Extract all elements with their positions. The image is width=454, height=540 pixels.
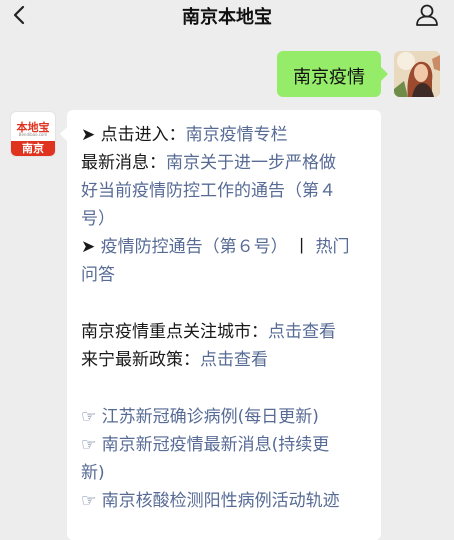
latest-news-label: 最新消息： bbox=[81, 153, 166, 173]
separator: 丨 bbox=[293, 237, 311, 257]
nanjing-latest-news-link-cont[interactable]: 新) bbox=[81, 463, 105, 483]
hot-qa-link-cont[interactable]: 问答 bbox=[81, 265, 115, 285]
jiangsu-cases-link[interactable]: ☞ 江苏新冠确诊病例(每日更新) bbox=[81, 407, 319, 427]
arrow-icon: ➤ bbox=[81, 125, 96, 145]
latest-notice-link-end[interactable]: 号） bbox=[81, 209, 115, 229]
self-avatar[interactable] bbox=[394, 51, 440, 97]
key-cities-label: 南京疫情重点关注城市： bbox=[81, 322, 268, 342]
latest-notice-link-cont[interactable]: 好当前疫情防控工作的通告（第４ bbox=[81, 181, 336, 201]
nanjing-latest-news-link[interactable]: ☞ 南京新冠疫情最新消息(持续更 bbox=[81, 435, 329, 455]
arrow-icon: ➤ bbox=[81, 237, 96, 257]
chat-title: 南京本地宝 bbox=[182, 7, 272, 28]
latest-notice-link[interactable]: 南京关于进一步严格做 bbox=[166, 153, 336, 173]
message-line-13: 新) bbox=[81, 462, 371, 484]
nucleic-test-trajectory-link[interactable]: ☞ 南京核酸检测阳性病例活动轨迹 bbox=[81, 491, 340, 511]
message-line-6: 问答 bbox=[81, 264, 371, 286]
bendibao-domain: Bendibao.com bbox=[18, 132, 48, 137]
hot-qa-link[interactable]: 热门 bbox=[315, 237, 349, 257]
message-line-4: 号） bbox=[81, 208, 371, 230]
notice-6-link[interactable]: 疫情防控通告（第６号） bbox=[101, 237, 288, 257]
city-tag: 南京 bbox=[11, 141, 55, 156]
nanjing-epidemic-column-link[interactable]: 南京疫情专栏 bbox=[186, 125, 288, 145]
latest-policy-label: 来宁最新政策： bbox=[81, 350, 200, 370]
latest-policy-view-link[interactable]: 点击查看 bbox=[200, 350, 268, 370]
outgoing-message-bubble[interactable]: 南京疫情 bbox=[277, 51, 388, 97]
message-line-11: ☞ 江苏新冠确诊病例(每日更新) bbox=[81, 406, 371, 428]
official-account-avatar[interactable]: 本地宝 Bendibao.com 南京 bbox=[10, 111, 56, 157]
user-profile-icon[interactable] bbox=[414, 3, 440, 27]
key-cities-view-link[interactable]: 点击查看 bbox=[268, 322, 336, 342]
message-line-3: 好当前疫情防控工作的通告（第４ bbox=[81, 180, 371, 202]
incoming-message-bubble: ➤ 点击进入：南京疫情专栏 最新消息：南京关于进一步严格做 好当前疫情防控工作的… bbox=[60, 110, 381, 540]
message-line-8: 南京疫情重点关注城市：点击查看 bbox=[81, 321, 371, 343]
message-line-5: ➤ 疫情防控通告（第６号） 丨 热门 bbox=[81, 236, 371, 258]
outgoing-message-text: 南京疫情 bbox=[293, 67, 365, 88]
top-navigation-bar: 南京本地宝 bbox=[0, 0, 454, 32]
message-line-12: ☞ 南京新冠疫情最新消息(持续更 bbox=[81, 434, 371, 456]
message-line-9: 来宁最新政策：点击查看 bbox=[81, 349, 371, 371]
message-line-1: ➤ 点击进入：南京疫情专栏 bbox=[81, 124, 371, 146]
message-line-14: ☞ 南京核酸检测阳性病例活动轨迹 bbox=[81, 490, 371, 512]
message-line-2: 最新消息：南京关于进一步严格做 bbox=[81, 152, 371, 174]
click-enter-label: 点击进入： bbox=[100, 125, 186, 145]
